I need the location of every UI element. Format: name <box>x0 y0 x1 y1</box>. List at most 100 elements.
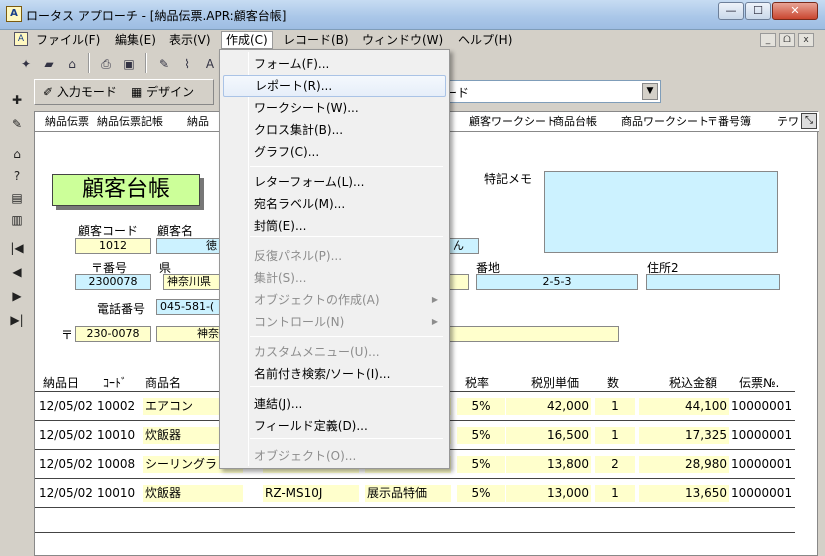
mdi-close-button[interactable]: x <box>798 33 814 47</box>
cell-qty[interactable]: 1 <box>595 398 635 415</box>
tab-postal-book[interactable]: 〒番号簿 <box>707 114 751 130</box>
address-display-field-tail[interactable] <box>449 326 619 342</box>
cell-price[interactable]: 42,000 <box>506 398 591 415</box>
cell-code[interactable]: 10002 <box>95 398 139 415</box>
customer-name-field-tail[interactable]: ん <box>449 238 479 254</box>
doc-menu-icon[interactable]: A <box>14 32 28 46</box>
cell-model[interactable]: RZ-MS10J <box>263 485 359 502</box>
phone-field[interactable]: 045-581-( <box>156 299 221 315</box>
next-record-icon[interactable]: ▶ <box>7 286 27 306</box>
tab-delivery-ledger[interactable]: 納品伝票記帳 <box>97 114 163 130</box>
cell-slip[interactable]: 10000001 <box>729 485 793 502</box>
browse-icon[interactable]: ▤ <box>7 188 27 208</box>
tab-more[interactable]: テワ <box>777 114 799 130</box>
cell-code[interactable]: 10008 <box>95 456 139 473</box>
cell-date[interactable]: 12/05/02 <box>37 427 93 444</box>
menu-window[interactable]: ウィンドウ(W) <box>358 31 447 49</box>
minimize-button[interactable]: — <box>718 2 744 20</box>
menu-create[interactable]: 作成(C) <box>221 31 273 49</box>
menu-item-letter[interactable]: レターフォーム(L)... <box>223 171 446 193</box>
app-icon[interactable]: A <box>6 6 22 22</box>
close-button[interactable]: ✕ <box>772 2 818 20</box>
menu-item-worksheet[interactable]: ワークシート(W)... <box>223 97 446 119</box>
menu-item-field-definition[interactable]: フィールド定義(D)... <box>223 415 446 437</box>
cell-slip[interactable]: 10000001 <box>729 398 793 415</box>
cell-price[interactable]: 16,500 <box>506 427 591 444</box>
menu-item-chart[interactable]: グラフ(C)... <box>223 141 446 163</box>
cell-total[interactable]: 17,325 <box>639 427 729 444</box>
mdi-restore-button[interactable]: ᗝ <box>779 33 795 47</box>
city-field-tail[interactable] <box>449 274 469 290</box>
cell-date[interactable]: 12/05/02 <box>37 456 93 473</box>
cell-slip[interactable]: 10000001 <box>729 427 793 444</box>
address2-field[interactable] <box>646 274 780 290</box>
table-row[interactable]: 12/05/02 10010 炊飯器 RZ-MS10J 展示品特価 5% 13,000 1 13… <box>35 478 795 507</box>
menu-item-join[interactable]: 連結(J)... <box>223 393 446 415</box>
open-folder-icon[interactable]: ⌂ <box>62 53 82 73</box>
cell-total[interactable]: 13,650 <box>639 485 729 502</box>
first-record-icon[interactable]: |◀ <box>7 238 27 258</box>
cell-note[interactable]: 展示品特価 <box>365 485 451 502</box>
menu-record[interactable]: レコード(B) <box>279 31 353 49</box>
view-select[interactable]: ード ▼ <box>440 80 661 103</box>
print-icon[interactable]: ⎙ <box>96 53 116 73</box>
menu-view[interactable]: 表示(V) <box>165 31 215 49</box>
cell-tax[interactable]: 5% <box>457 456 505 473</box>
cell-qty[interactable]: 1 <box>595 485 635 502</box>
chart-icon[interactable]: ⌇ <box>177 53 197 73</box>
menu-item-mailing-label[interactable]: 宛名ラベル(M)... <box>223 193 446 215</box>
cell-price[interactable]: 13,800 <box>506 456 591 473</box>
open-file-icon[interactable]: ▰ <box>39 53 59 73</box>
cell-tax[interactable]: 5% <box>457 485 505 502</box>
cell-date[interactable]: 12/05/02 <box>37 485 93 502</box>
spell-check-icon[interactable]: ✎ <box>154 53 174 73</box>
customer-code-field[interactable]: 1012 <box>75 238 151 254</box>
input-mode-button[interactable]: ✐ 入力モード <box>39 82 121 102</box>
preview-icon[interactable]: ▣ <box>119 53 139 73</box>
menu-item-envelope[interactable]: 封筒(E)... <box>223 215 446 237</box>
cell-tax[interactable]: 5% <box>457 398 505 415</box>
help-icon[interactable]: ? <box>7 166 27 186</box>
tab-delivery-partial[interactable]: 納品 <box>187 114 223 130</box>
cell-name[interactable]: 炊飯器 <box>143 485 243 502</box>
cell-date[interactable]: 12/05/02 <box>37 398 93 415</box>
mdi-minimize-button[interactable]: _ <box>760 33 776 47</box>
previous-record-icon[interactable]: ◀ <box>7 262 27 282</box>
tab-product-ledger[interactable]: 商品台帳 <box>553 114 597 130</box>
cell-total[interactable]: 44,100 <box>639 398 729 415</box>
dropdown-arrow-icon[interactable]: ▼ <box>642 83 658 100</box>
menu-item-report[interactable]: レポート(R)... <box>223 75 446 97</box>
cell-qty[interactable]: 1 <box>595 427 635 444</box>
cell-qty[interactable]: 2 <box>595 456 635 473</box>
banchi-field[interactable]: 2-5-3 <box>476 274 638 290</box>
menu-file[interactable]: ファイル(F) <box>32 31 104 49</box>
new-file-icon[interactable]: ✦ <box>16 53 36 73</box>
address-display-field[interactable]: 神奈 <box>156 326 221 342</box>
tab-scroll-icon[interactable]: ⤡ <box>801 113 817 129</box>
tab-product-worksheet[interactable]: 商品ワークシート <box>621 114 709 130</box>
memo-field[interactable] <box>544 171 778 253</box>
design-mode-button[interactable]: ▦ デザイン <box>127 82 198 102</box>
prefecture-field[interactable]: 神奈川県 <box>163 274 221 290</box>
postal-display-field[interactable]: 230-0078 <box>75 326 151 342</box>
postal-field[interactable]: 2300078 <box>75 274 151 290</box>
cell-slip[interactable]: 10000001 <box>729 456 793 473</box>
tab-delivery-slip[interactable]: 納品伝票 <box>45 114 89 130</box>
home-icon[interactable]: ⌂ <box>7 144 27 164</box>
last-record-icon[interactable]: ▶| <box>7 310 27 330</box>
cell-total[interactable]: 28,980 <box>639 456 729 473</box>
menu-item-named-find-sort[interactable]: 名前付き検索/ソート(I)... <box>223 363 446 385</box>
new-record-icon[interactable]: ✚ <box>7 90 27 110</box>
menu-item-crosstab[interactable]: クロス集計(B)... <box>223 119 446 141</box>
maximize-button[interactable]: ☐ <box>745 2 771 20</box>
customer-name-field[interactable]: 徳 <box>156 238 221 254</box>
menu-item-form[interactable]: フォーム(F)... <box>223 53 446 75</box>
menu-help[interactable]: ヘルプ(H) <box>454 31 516 49</box>
text-tool-icon[interactable]: A <box>200 53 220 73</box>
cell-code[interactable]: 10010 <box>95 485 139 502</box>
tab-customer-worksheet[interactable]: 顧客ワークシート <box>469 114 557 130</box>
edit-record-icon[interactable]: ✎ <box>7 114 27 134</box>
cell-tax[interactable]: 5% <box>457 427 505 444</box>
cell-price[interactable]: 13,000 <box>506 485 591 502</box>
cell-code[interactable]: 10010 <box>95 427 139 444</box>
